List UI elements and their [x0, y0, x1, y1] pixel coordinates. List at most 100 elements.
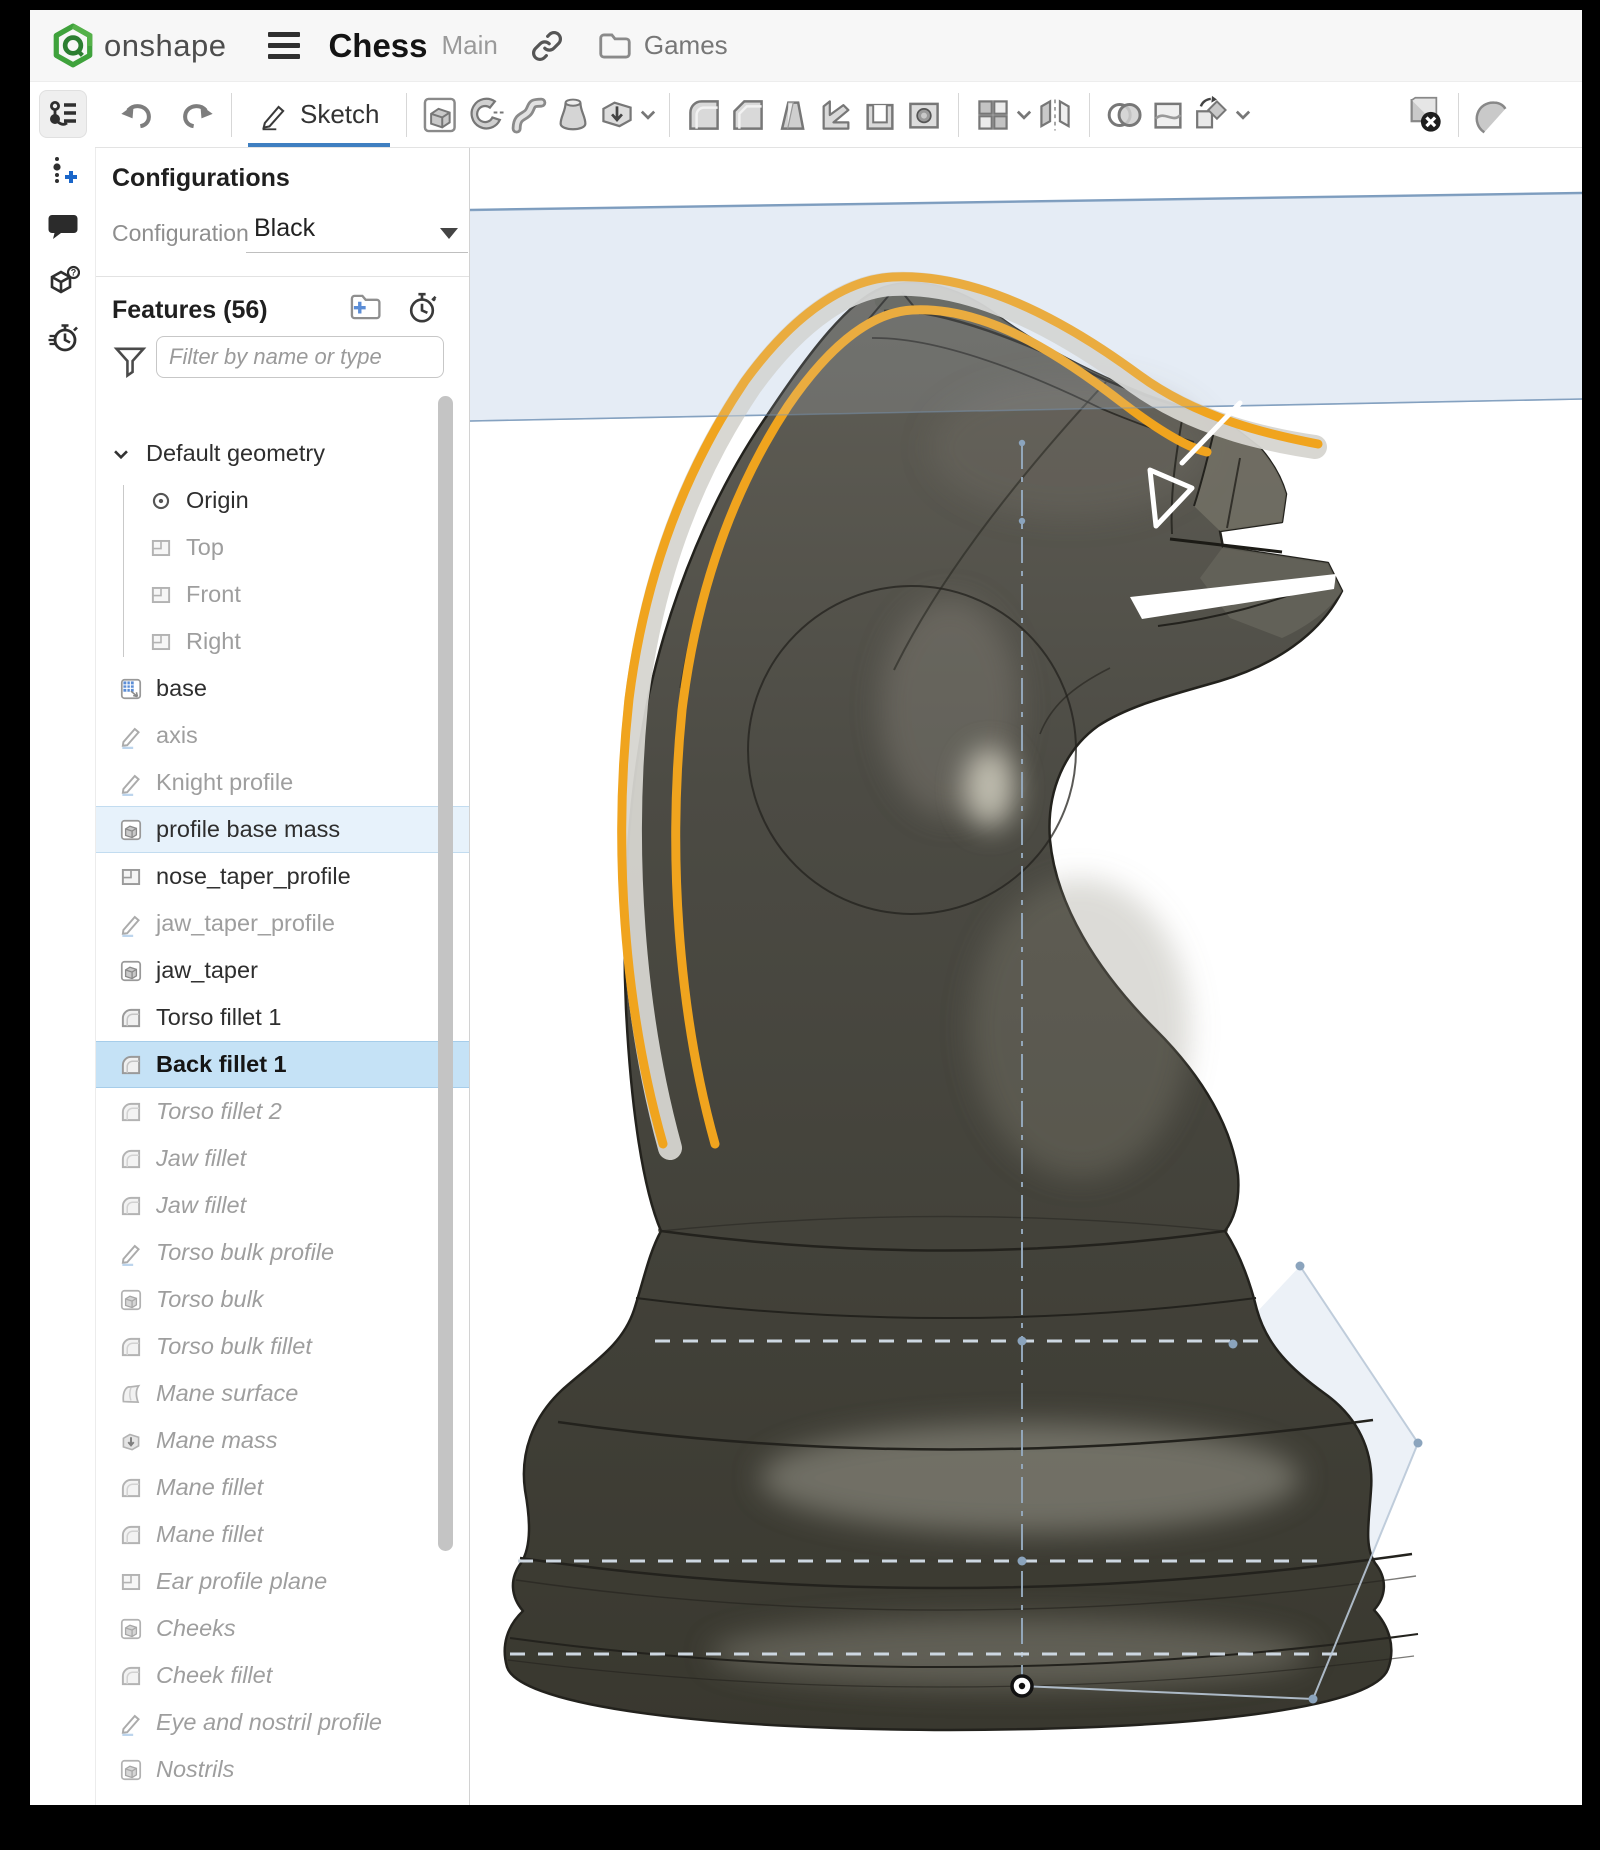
split-tool-icon[interactable]: [1146, 91, 1190, 139]
chamfer-tool-icon[interactable]: [726, 91, 770, 139]
history-icon[interactable]: [39, 314, 87, 362]
boolean-tool-icon[interactable]: [1102, 91, 1146, 139]
brand-wordmark: onshape: [104, 28, 226, 64]
feature-group-row[interactable]: Default geometry: [96, 430, 469, 477]
plane-icon: [146, 535, 176, 561]
chevron-down-icon[interactable]: [1015, 91, 1033, 139]
feature-label: Ear profile plane: [156, 1568, 327, 1595]
feature-row[interactable]: Knight profile: [96, 759, 469, 806]
features-panel: Configurations Configuration Black Featu…: [95, 148, 470, 1805]
feature-row[interactable]: Ear profile plane: [96, 1558, 469, 1605]
feature-row[interactable]: Back fillet 1: [96, 1041, 469, 1088]
loft-tool-icon[interactable]: [551, 91, 595, 139]
extrude-icon: [116, 817, 146, 843]
mirror-tool-icon[interactable]: [1033, 91, 1077, 139]
feature-row[interactable]: Eyes: [96, 1793, 469, 1805]
feature-row[interactable]: base: [96, 665, 469, 712]
rib-tool-icon[interactable]: [814, 91, 858, 139]
origin-marker: [1012, 1676, 1032, 1696]
transform-tool-icon[interactable]: [1190, 91, 1234, 139]
feature-row[interactable]: Cheeks: [96, 1605, 469, 1652]
feature-row[interactable]: Torso bulk fillet: [96, 1323, 469, 1370]
feature-row[interactable]: Mane fillet: [96, 1464, 469, 1511]
toolbar-divider: [1089, 93, 1090, 137]
feature-row[interactable]: profile base mass: [96, 806, 469, 853]
help-cube-icon[interactable]: ?: [39, 258, 87, 306]
share-link-icon[interactable]: [528, 27, 566, 65]
sweep-tool-icon[interactable]: [507, 91, 551, 139]
undo-button[interactable]: [115, 91, 159, 139]
workspace-name[interactable]: Main: [442, 30, 498, 61]
feature-row[interactable]: nose_taper_profile: [96, 853, 469, 900]
delete-part-tool-icon[interactable]: [1402, 91, 1446, 139]
toolbar-divider: [1458, 93, 1459, 137]
draft-tool-icon[interactable]: [770, 91, 814, 139]
chevron-down-icon[interactable]: [639, 91, 657, 139]
feature-row[interactable]: Eye and nostril profile: [96, 1699, 469, 1746]
feature-label: Torso fillet 1: [156, 1004, 281, 1031]
top-header-bar: onshape Chess Main Games: [30, 10, 1582, 82]
feature-row[interactable]: Top: [96, 524, 469, 571]
feature-row[interactable]: Cheek fillet: [96, 1652, 469, 1699]
feature-row[interactable]: Torso bulk profile: [96, 1229, 469, 1276]
thicken-tool-icon[interactable]: [595, 91, 639, 139]
feature-label: Jaw fillet: [156, 1145, 246, 1172]
chevron-down-icon[interactable]: [1234, 91, 1252, 139]
feature-row[interactable]: Mane surface: [96, 1370, 469, 1417]
folder-name[interactable]: Games: [644, 30, 728, 61]
fillet-tool-icon[interactable]: [682, 91, 726, 139]
extrude-icon: [116, 958, 146, 984]
fillet-icon: [116, 1522, 146, 1548]
feature-row[interactable]: Origin: [96, 477, 469, 524]
feature-row[interactable]: jaw_taper: [96, 947, 469, 994]
feature-tree: Default geometry Origin TopFront Right base a…: [96, 148, 469, 1805]
feature-row[interactable]: Right: [96, 618, 469, 665]
feature-row[interactable]: Front: [96, 571, 469, 618]
sketch-icon: [116, 1710, 146, 1736]
model-scene: [470, 148, 1582, 1805]
main-menu-icon[interactable]: [268, 32, 300, 59]
feature-row[interactable]: jaw_taper_profile: [96, 900, 469, 947]
feature-row[interactable]: Jaw fillet: [96, 1182, 469, 1229]
redo-button[interactable]: [175, 91, 219, 139]
graphics-viewport[interactable]: [470, 148, 1582, 1805]
feature-label: Torso bulk: [156, 1286, 264, 1313]
revolve-tool-icon[interactable]: [463, 91, 507, 139]
onshape-logo-icon[interactable]: [50, 23, 96, 69]
feature-label: Mane surface: [156, 1380, 298, 1407]
feature-row[interactable]: Mane fillet: [96, 1511, 469, 1558]
hole-tool-icon[interactable]: [902, 91, 946, 139]
feature-row[interactable]: Nostrils: [96, 1746, 469, 1793]
shell-tool-icon[interactable]: [858, 91, 902, 139]
sketch-button[interactable]: Sketch: [244, 83, 394, 147]
feature-list-icon[interactable]: [39, 90, 87, 138]
fillet-icon: [116, 1334, 146, 1360]
surface-icon: [116, 1381, 146, 1407]
feature-label: Cheek fillet: [156, 1662, 272, 1689]
folder-icon[interactable]: [596, 27, 634, 65]
feature-label: Nostrils: [156, 1756, 234, 1783]
pattern-tool-icon[interactable]: [971, 91, 1015, 139]
partial-tool-icon[interactable]: [1471, 91, 1515, 139]
feature-row[interactable]: axis: [96, 712, 469, 759]
feature-label: Right: [186, 628, 241, 655]
feature-row[interactable]: Torso bulk: [96, 1276, 469, 1323]
feature-label: Mane fillet: [156, 1474, 263, 1501]
feature-row[interactable]: Torso fillet 2: [96, 1088, 469, 1135]
panel-scrollbar[interactable]: [438, 396, 453, 1551]
feature-label: nose_taper_profile: [156, 863, 351, 890]
sketch-icon: [116, 770, 146, 796]
fillet-icon: [116, 1475, 146, 1501]
fillet-icon: [116, 1146, 146, 1172]
feature-label: base: [156, 675, 207, 702]
knight-model[interactable]: [505, 277, 1418, 1730]
feature-row[interactable]: Jaw fillet: [96, 1135, 469, 1182]
feature-row[interactable]: Mane mass: [96, 1417, 469, 1464]
svg-text:?: ?: [70, 268, 76, 278]
insert-version-icon[interactable]: [39, 146, 87, 194]
comment-icon[interactable]: [39, 202, 87, 250]
extrude-tool-icon[interactable]: [419, 91, 463, 139]
feature-label: Origin: [186, 487, 249, 514]
document-title[interactable]: Chess: [328, 27, 427, 65]
feature-row[interactable]: Torso fillet 1: [96, 994, 469, 1041]
